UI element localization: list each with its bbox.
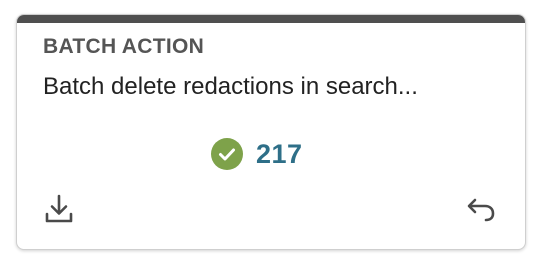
undo-button[interactable]	[461, 191, 501, 231]
undo-icon	[464, 192, 498, 231]
card-accent-bar	[17, 15, 525, 23]
card-type-label: BATCH ACTION	[43, 35, 205, 58]
check-circle-icon	[211, 138, 243, 170]
status-count[interactable]: 217	[256, 139, 303, 170]
download-button[interactable]	[39, 191, 79, 231]
batch-action-card: BATCH ACTION Batch delete redactions in …	[16, 14, 526, 250]
status-indicator: 217	[211, 137, 303, 171]
download-icon	[42, 192, 76, 231]
card-title[interactable]: Batch delete redactions in search...	[43, 73, 503, 101]
